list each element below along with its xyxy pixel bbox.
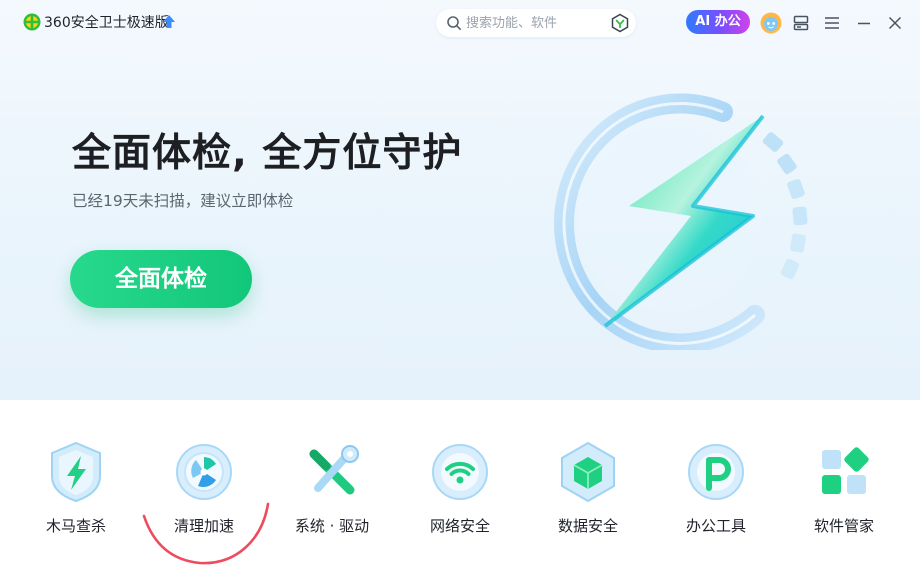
search-icon: [447, 16, 461, 30]
search-box: [436, 9, 636, 37]
tool-label: 办公工具: [685, 517, 746, 535]
lightning-ring-icon: [554, 93, 808, 350]
hero-banner: 360安全卫士极速版 AI 办公: [0, 0, 920, 400]
shield-badge-icon[interactable]: [610, 13, 630, 33]
hand-drawn-annotation-curve: [142, 502, 270, 565]
tool-office-tools[interactable]: 办公工具: [656, 440, 776, 550]
hero-subtitle: 已经19天未扫描，建议立即体检: [72, 192, 294, 210]
skin-icon[interactable]: [792, 14, 810, 32]
menu-icon[interactable]: [823, 14, 841, 32]
upgrade-arrow-icon[interactable]: [162, 14, 176, 30]
software-manager-icon: [822, 447, 869, 494]
close-icon[interactable]: [886, 14, 904, 32]
title-bar: 360安全卫士极速版 AI 办公: [0, 0, 920, 46]
office-tools-icon: [688, 444, 744, 500]
search-input[interactable]: [466, 13, 606, 33]
network-security-icon: [432, 444, 488, 500]
cleanup-speedup-icon: [176, 444, 232, 500]
tool-system-driver[interactable]: 系统 · 驱动: [272, 440, 392, 550]
360-logo-icon: [23, 13, 41, 31]
tool-label: 系统 · 驱动: [294, 517, 370, 535]
tool-label: 木马查杀: [45, 517, 106, 535]
tool-network-security[interactable]: 网络安全: [400, 440, 520, 550]
avatar-icon[interactable]: [760, 12, 782, 34]
tool-data-security[interactable]: 数据安全: [528, 440, 648, 550]
tool-label: 数据安全: [557, 517, 618, 535]
hero-title: 全面体检, 全方位守护: [72, 131, 463, 176]
full-scan-button[interactable]: 全面体检: [70, 250, 252, 308]
tool-label: 网络安全: [429, 517, 490, 535]
data-security-icon: [561, 441, 615, 503]
tool-label: 软件管家: [813, 517, 874, 535]
app-name: 360安全卫士极速版: [44, 15, 169, 31]
system-driver-icon: [309, 445, 359, 495]
ai-office-button[interactable]: AI 办公: [686, 10, 750, 34]
minimize-icon[interactable]: [855, 14, 873, 32]
trojan-scan-icon: [51, 441, 101, 503]
tool-software-manager[interactable]: 软件管家: [784, 440, 904, 550]
tool-trojan-scan[interactable]: 木马查杀: [16, 440, 136, 550]
